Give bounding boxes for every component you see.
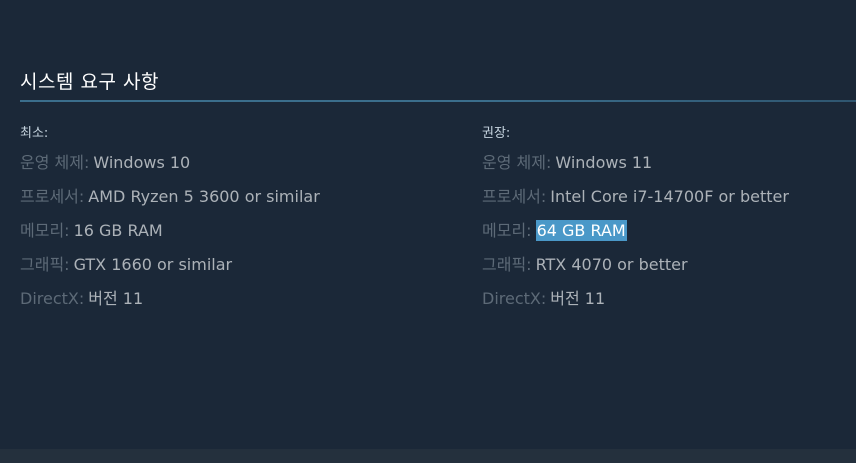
- recommended-header: 권장:: [482, 126, 511, 141]
- requirement-row-processor: 프로세서: AMD Ryzen 5 3600 or similar: [20, 183, 460, 217]
- requirement-row-os: 운영 체제: Windows 11: [482, 149, 856, 183]
- requirement-value: Windows 11: [555, 153, 653, 172]
- requirement-label: 운영 체제:: [20, 153, 90, 172]
- recommended-requirements-list: 운영 체제: Windows 11 프로세서: Intel Core i7-1470…: [482, 149, 856, 319]
- section-title: 시스템 요구 사항: [20, 71, 159, 93]
- requirement-label: 그래픽:: [482, 255, 532, 274]
- requirement-row-os: 운영 체제: Windows 10: [20, 149, 460, 183]
- requirement-label: 프로세서:: [482, 187, 547, 206]
- bottom-scroll-edge: [0, 449, 856, 463]
- requirement-value: Intel Core i7-14700F or better: [550, 187, 789, 206]
- requirement-row-graphics: 그래픽: GTX 1660 or similar: [20, 251, 460, 285]
- minimum-header: 최소:: [20, 126, 49, 141]
- requirement-label: 메모리:: [482, 221, 532, 240]
- requirement-label: 그래픽:: [20, 255, 70, 274]
- requirement-value: AMD Ryzen 5 3600 or similar: [88, 187, 320, 206]
- requirement-label: DirectX:: [20, 289, 85, 308]
- minimum-requirements-column: 최소: 운영 체제: Windows 10 프로세서: AMD Ryzen 5 36…: [20, 124, 460, 319]
- requirement-row-memory: 메모리: 64 GB RAM: [482, 217, 856, 251]
- requirement-row-directx: DirectX: 버전 11: [482, 285, 856, 319]
- requirement-value: GTX 1660 or similar: [73, 255, 233, 274]
- requirement-row-directx: DirectX: 버전 11: [20, 285, 460, 319]
- requirement-value: RTX 4070 or better: [535, 255, 688, 274]
- requirement-row-memory: 메모리: 16 GB RAM: [20, 217, 460, 251]
- requirement-value: 버전 11: [88, 289, 144, 308]
- requirement-row-processor: 프로세서: Intel Core i7-14700F or better: [482, 183, 856, 217]
- minimum-requirements-list: 운영 체제: Windows 10 프로세서: AMD Ryzen 5 3600 o…: [20, 149, 460, 319]
- selected-text-highlight[interactable]: 64 GB RAM: [535, 220, 627, 241]
- requirement-value: Windows 10: [93, 153, 191, 172]
- requirement-label: 운영 체제:: [482, 153, 552, 172]
- title-divider: [20, 100, 856, 102]
- requirement-row-graphics: 그래픽: RTX 4070 or better: [482, 251, 856, 285]
- requirement-value: 버전 11: [550, 289, 606, 308]
- requirement-label: 메모리:: [20, 221, 70, 240]
- requirement-label: 프로세서:: [20, 187, 85, 206]
- requirement-value: 16 GB RAM: [73, 221, 163, 240]
- requirement-label: DirectX:: [482, 289, 547, 308]
- recommended-requirements-column: 권장: 운영 체제: Windows 11 프로세서: Intel Core i7-…: [482, 124, 856, 319]
